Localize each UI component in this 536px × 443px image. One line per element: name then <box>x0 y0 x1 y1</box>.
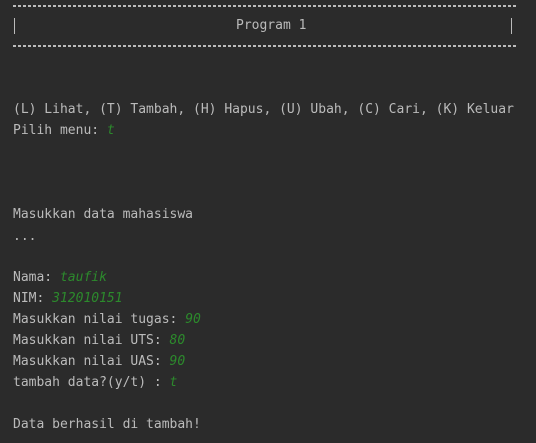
field-nilai-tugas: Masukkan nilai tugas: 90 <box>13 311 201 329</box>
field-value: t <box>169 375 178 390</box>
field-label: Masukkan nilai UAS: <box>13 354 170 369</box>
field-nilai-uts: Masukkan nilai UTS: 80 <box>13 332 185 350</box>
menu-input: t <box>106 123 115 138</box>
field-value: taufik <box>59 270 107 285</box>
form-ellipsis: ... <box>13 229 37 244</box>
header-left-border <box>14 18 15 34</box>
menu-prompt: Pilih menu: <box>13 123 107 138</box>
field-label: tambah data?(y/t) : <box>13 375 170 390</box>
result-message: Data berhasil di tambah! <box>13 417 201 432</box>
field-nama: Nama: taufik <box>13 269 107 287</box>
header-bottom-border <box>13 45 516 47</box>
header-title: Program 1 <box>236 18 307 33</box>
field-value: 90 <box>169 354 186 369</box>
field-label: Nama: <box>13 270 60 285</box>
header-right-border <box>511 18 512 34</box>
menu-options: (L) Lihat, (T) Tambah, (H) Hapus, (U) Ub… <box>13 102 514 117</box>
console-output: Program 1 (L) Lihat, (T) Tambah, (H) Hap… <box>0 0 536 443</box>
field-value: 80 <box>169 333 186 348</box>
field-label: NIM: <box>13 291 53 306</box>
header-top-border <box>13 5 516 7</box>
form-heading: Masukkan data mahasiswa <box>13 207 194 222</box>
field-tambah-data: tambah data?(y/t) : t <box>13 374 177 392</box>
menu-prompt-line: Pilih menu: t <box>13 122 115 140</box>
field-nim: NIM: 312010151 <box>13 290 123 308</box>
field-label: Masukkan nilai UTS: <box>13 333 170 348</box>
field-label: Masukkan nilai tugas: <box>13 312 186 327</box>
field-value: 312010151 <box>52 291 123 306</box>
field-nilai-uas: Masukkan nilai UAS: 90 <box>13 353 185 371</box>
field-value: 90 <box>185 312 201 327</box>
